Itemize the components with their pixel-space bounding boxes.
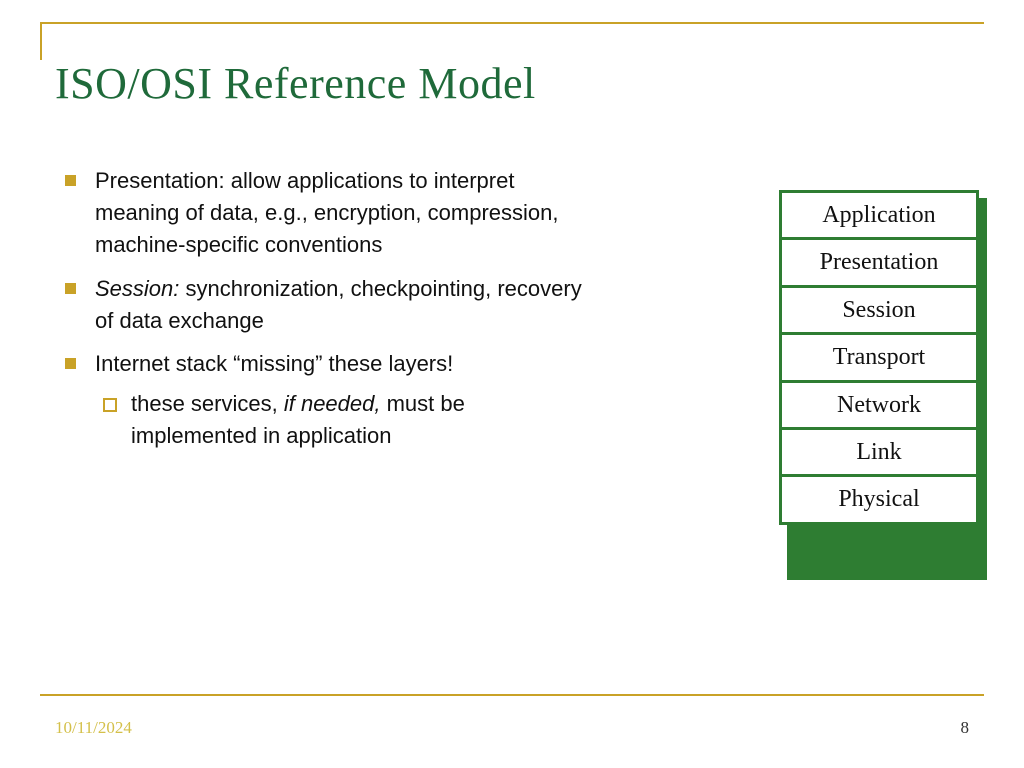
layer-link: Link: [782, 430, 976, 474]
layer-transport: Transport: [782, 335, 976, 379]
layer-presentation: Presentation: [782, 240, 976, 284]
layer-application: Application: [782, 193, 976, 237]
sub-bullet: these services, if needed, must be imple…: [95, 388, 585, 452]
bullet-presentation: Presentation: allow applications to inte…: [55, 165, 585, 261]
layer-session: Session: [782, 288, 976, 332]
footer-page-number: 8: [961, 718, 970, 738]
decor-rule-top: [40, 22, 984, 24]
layer-network: Network: [782, 383, 976, 427]
sub-text: these services,: [131, 391, 284, 416]
decor-rule-left: [40, 22, 42, 60]
sub-bullet-list: these services, if needed, must be imple…: [95, 388, 585, 452]
slide: ISO/OSI Reference Model Presentation: al…: [0, 0, 1024, 768]
bullet-list: Presentation: allow applications to inte…: [55, 165, 585, 452]
sub-text-em: if needed,: [284, 391, 381, 416]
bullet-lead: Session:: [95, 276, 179, 301]
decor-rule-bottom: [40, 694, 984, 696]
bullet-missing: Internet stack “missing” these layers! t…: [55, 348, 585, 452]
layer-physical: Physical: [782, 477, 976, 521]
bullet-text: Internet stack “missing” these layers!: [95, 351, 453, 376]
slide-title: ISO/OSI Reference Model: [55, 58, 536, 109]
bullet-lead: Presentation:: [95, 168, 225, 193]
footer-date: 10/11/2024: [55, 718, 132, 738]
stack-frame: Application Presentation Session Transpo…: [779, 190, 979, 525]
body-content: Presentation: allow applications to inte…: [55, 165, 585, 464]
osi-stack: Application Presentation Session Transpo…: [779, 190, 979, 525]
bullet-session: Session: synchronization, checkpointing,…: [55, 273, 585, 337]
